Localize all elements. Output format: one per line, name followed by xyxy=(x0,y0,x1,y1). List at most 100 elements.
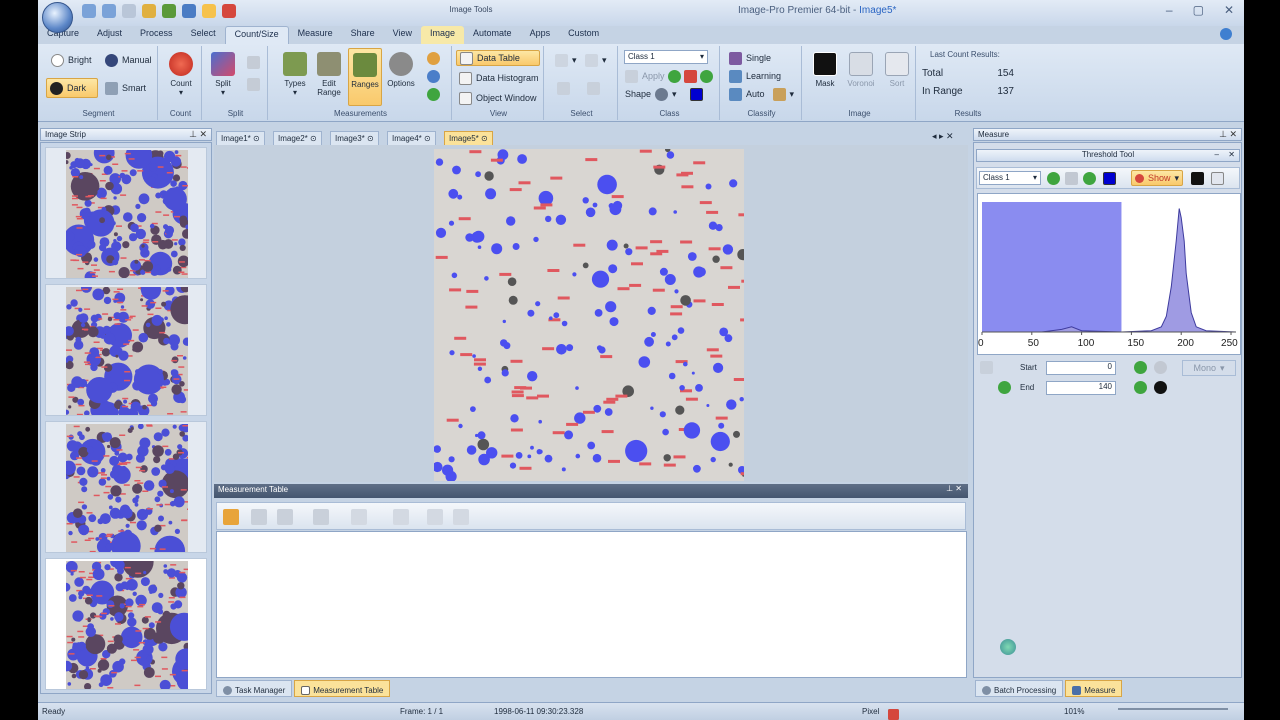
zoom-slider[interactable] xyxy=(1118,708,1228,710)
split-option-2[interactable] xyxy=(244,76,263,92)
doc-tab-image2[interactable]: Image2* ⊙ xyxy=(273,131,322,145)
tab-automate[interactable]: Automate xyxy=(464,26,521,44)
types-button[interactable]: Types ▾ xyxy=(278,48,312,106)
delete-class-icon[interactable] xyxy=(684,70,697,83)
close-tab-icon[interactable]: ⊙ xyxy=(365,134,374,143)
columns-icon[interactable] xyxy=(351,509,367,525)
thumbnail-image1[interactable] xyxy=(45,147,207,279)
auto-button[interactable]: Auto ▾ xyxy=(726,86,797,102)
refresh-class-icon[interactable] xyxy=(700,70,713,83)
doc-tab-image1[interactable]: Image1* ⊙ xyxy=(216,131,265,145)
tab-process[interactable]: Process xyxy=(131,26,182,44)
data-histogram-button[interactable]: Data Histogram xyxy=(456,70,542,86)
help-icon[interactable] xyxy=(1220,28,1232,40)
thumbnail-image5[interactable] xyxy=(45,558,207,690)
maximize-icon[interactable]: ▢ xyxy=(1193,3,1204,17)
mono-dropdown[interactable]: Mono ▾ xyxy=(1182,360,1236,376)
filter-add-icon[interactable] xyxy=(427,509,443,525)
manual-button[interactable]: Manual xyxy=(102,52,155,68)
mask-button[interactable]: Mask xyxy=(808,48,842,106)
capture-icon[interactable] xyxy=(182,4,196,18)
threshold-histogram[interactable]: 0 50 100 150 200 250 xyxy=(977,193,1241,355)
dark-button[interactable]: Dark xyxy=(46,78,98,98)
start-input[interactable]: 0 xyxy=(1046,361,1116,375)
class-color-swatch[interactable] xyxy=(690,88,703,101)
minimize-icon[interactable]: – xyxy=(1166,3,1173,17)
count-button[interactable]: Count ▾ xyxy=(164,48,198,106)
doc-tab-image4[interactable]: Image4* ⊙ xyxy=(387,131,436,145)
apply-class-button[interactable]: Apply xyxy=(622,68,668,84)
save-icon[interactable] xyxy=(162,4,176,18)
measurement-table-grid[interactable] xyxy=(216,531,967,678)
end-input[interactable]: 140 xyxy=(1046,381,1116,395)
edit-range-button[interactable]: Edit Range xyxy=(312,48,346,106)
add-range-icon[interactable] xyxy=(1047,172,1060,185)
eyedropper-icon[interactable] xyxy=(980,361,993,374)
learning-button[interactable]: Learning xyxy=(726,68,784,84)
tab-apps[interactable]: Apps xyxy=(521,26,560,44)
voronoi-button[interactable]: Voronoi xyxy=(844,48,878,106)
threshold-color-swatch[interactable] xyxy=(1103,172,1116,185)
single-button[interactable]: Single xyxy=(726,50,774,66)
threshold-class-dropdown[interactable]: Class 1 ▾ xyxy=(979,171,1041,185)
tab-batch-processing[interactable]: Batch Processing xyxy=(975,680,1064,697)
pin-icon[interactable]: ⊥ ✕ xyxy=(189,129,207,140)
tab-adjust[interactable]: Adjust xyxy=(88,26,131,44)
end-toggle-icon[interactable] xyxy=(998,381,1011,394)
shape-button[interactable]: Shape ▾ xyxy=(622,86,680,102)
start-confirm-icon[interactable] xyxy=(1134,361,1147,374)
histogram-mode-icon[interactable] xyxy=(1211,172,1224,185)
undo-icon[interactable] xyxy=(82,4,96,18)
thumbnail-image2[interactable] xyxy=(45,284,207,416)
options-button[interactable]: Options xyxy=(384,48,418,106)
delete-icon[interactable] xyxy=(222,4,236,18)
end-confirm-icon[interactable] xyxy=(1134,381,1147,394)
thumbnail-image3[interactable] xyxy=(45,421,207,553)
start-reset-icon[interactable] xyxy=(1154,361,1167,374)
back-icon[interactable] xyxy=(122,4,136,18)
split-button[interactable]: Split ▾ xyxy=(206,48,240,106)
add-class-icon[interactable] xyxy=(668,70,681,83)
deselect-button[interactable] xyxy=(554,80,573,96)
tab-image[interactable]: Image xyxy=(421,26,465,44)
pointer-select-button[interactable]: ▾ xyxy=(552,52,580,68)
sort-button[interactable]: Sort xyxy=(880,48,914,106)
end-black-icon[interactable] xyxy=(1154,381,1167,394)
close-tab-icon[interactable]: ⊙ xyxy=(251,134,260,143)
data-table-button[interactable]: Data Table xyxy=(456,50,540,66)
tab-view[interactable]: View xyxy=(384,26,421,44)
filter-icon[interactable] xyxy=(393,509,409,525)
save-table-icon[interactable] xyxy=(251,509,267,525)
tab-count-size[interactable]: Count/Size xyxy=(224,26,289,44)
doc-tab-image5[interactable]: Image5* ⊙ xyxy=(444,131,493,145)
mask-toggle-icon[interactable] xyxy=(1191,172,1204,185)
globe-button[interactable] xyxy=(424,68,443,84)
smart-button[interactable]: Smart xyxy=(102,80,149,96)
export-excel-icon[interactable] xyxy=(277,509,293,525)
tab-task-manager[interactable]: Task Manager xyxy=(216,680,293,697)
close-tab-icon[interactable]: ⊙ xyxy=(479,134,488,143)
tab-measure[interactable]: Measure xyxy=(289,26,342,44)
class-dropdown[interactable]: Class 1 ▾ xyxy=(624,50,708,64)
pin-icon[interactable]: ⊥ ✕ xyxy=(946,484,962,493)
filter-clear-icon[interactable] xyxy=(453,509,469,525)
select-all-button[interactable] xyxy=(584,80,603,96)
zoom-level[interactable]: 101% xyxy=(1064,707,1084,716)
close-tab-icon[interactable]: ⊙ xyxy=(308,134,317,143)
tab-measurement-table[interactable]: Measurement Table xyxy=(294,680,391,697)
tab-custom[interactable]: Custom xyxy=(559,26,608,44)
refresh-range-icon[interactable] xyxy=(1083,172,1096,185)
flag-icon[interactable] xyxy=(888,709,899,720)
redo-icon[interactable] xyxy=(102,4,116,18)
close-icon[interactable]: ✕ xyxy=(1224,3,1234,17)
apply-measure-button[interactable] xyxy=(424,86,443,102)
split-option-1[interactable] xyxy=(244,54,263,70)
show-button[interactable]: Show ▾ xyxy=(1131,170,1184,186)
doc-tab-image3[interactable]: Image3* ⊙ xyxy=(330,131,379,145)
bright-button[interactable]: Bright xyxy=(48,52,95,68)
refresh-button[interactable] xyxy=(424,50,443,66)
chart-icon[interactable] xyxy=(313,509,329,525)
tab-share[interactable]: Share xyxy=(342,26,384,44)
select-tool-icon[interactable] xyxy=(202,4,216,18)
close-tab-icon[interactable]: ⊙ xyxy=(422,134,431,143)
